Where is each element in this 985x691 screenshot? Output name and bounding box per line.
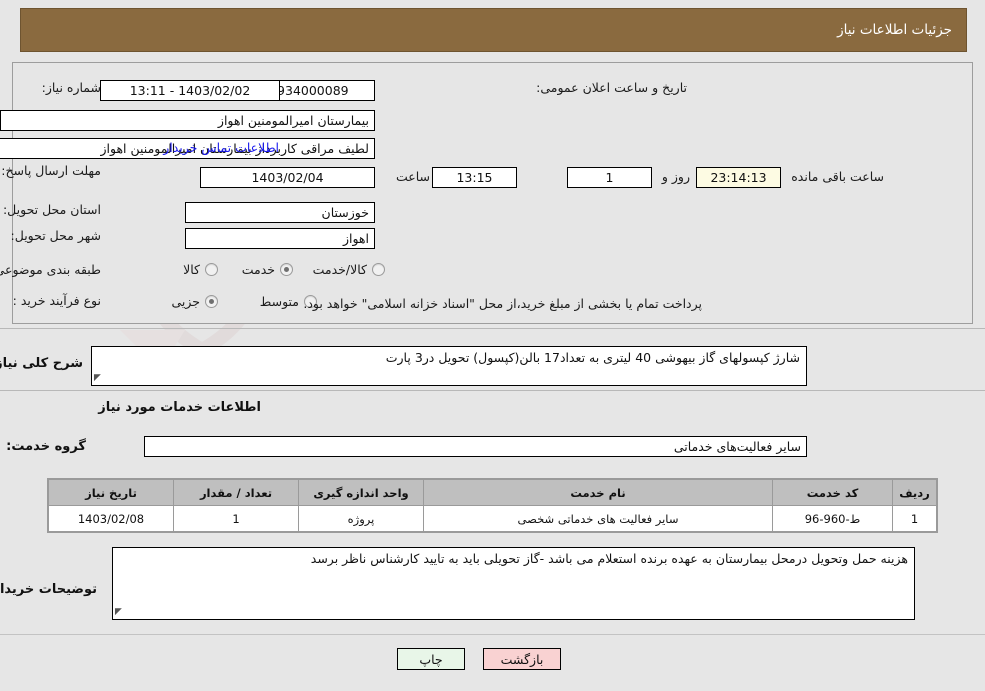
radio-icon[interactable] [372,263,385,276]
category-option-label: کالا [183,262,200,277]
buyer-notes-textarea[interactable]: هزینه حمل وتحویل درمحل بیمارستان به عهده… [112,547,915,620]
cell-name: سایر فعالیت های خدماتی شخصی [423,505,773,532]
cell-date: 1403/02/08 [48,505,174,532]
remaining-time-label: ساعت باقی مانده [791,169,884,184]
category-radio-kala[interactable]: کالا [183,262,218,277]
category-option-label: خدمت [241,262,275,277]
back-button[interactable]: بازگشت [483,648,561,670]
resize-grip-icon[interactable]: ◥ [115,607,125,618]
city-field[interactable]: اهواز [185,228,375,249]
buyer-org-field[interactable]: بیمارستان امیرالمومنین اهواز [0,110,375,131]
service-group-label: گروه خدمت: [6,439,86,454]
province-field[interactable]: خوزستان [185,202,375,223]
deadline-date-field[interactable]: 1403/02/04 [200,167,375,188]
buyer-contact-link[interactable]: اطلاعات تماس خریدار [163,140,279,155]
col-radif: ردیف [892,479,937,506]
page-root: AriaTender.neT جزئیات اطلاعات نیاز شماره… [0,0,985,691]
cell-code: ط-960-96 [772,505,893,532]
remaining-time-field: 23:14:13 [696,167,781,188]
services-table-wrapper: ردیف کد خدمت نام خدمت واحد اندازه گیری ت… [47,478,938,533]
col-name: نام خدمت [423,479,773,506]
services-section-title: اطلاعات خدمات مورد نیاز [98,400,261,415]
services-table: ردیف کد خدمت نام خدمت واحد اندازه گیری ت… [48,479,937,532]
cell-unit: پروژه [298,505,424,532]
cell-qty: 1 [173,505,299,532]
description-label: شرح کلی نیاز: [0,356,83,371]
col-date: تاریخ نیاز [48,479,174,506]
description-value: شارژ کپسولهای گاز بیهوشی 40 لیتری به تعد… [385,350,800,365]
need-info-panel [12,62,973,324]
page-title: جزئیات اطلاعات نیاز [837,22,952,38]
col-code: کد خدمت [772,479,893,506]
category-label: طبقه بندی موضوعی: [0,262,101,277]
deadline-hour-label: ساعت [395,169,430,184]
payment-note: پرداخت تمام یا بخشی از مبلغ خرید،از محل … [303,296,702,311]
city-label: شهر محل تحویل: [10,228,101,243]
buyer-notes-value: هزینه حمل وتحویل درمحل بیمارستان به عهده… [310,551,908,566]
cell-radif: 1 [892,505,937,532]
announce-datetime-label: تاریخ و ساعت اعلان عمومی: [536,80,687,95]
resize-grip-icon[interactable]: ◥ [94,373,104,384]
process-option-label: جزیی [171,294,200,309]
province-label: استان محل تحویل: [2,202,101,217]
table-row[interactable]: 1 ط-960-96 سایر فعالیت های خدماتی شخصی پ… [48,505,937,532]
process-label: نوع فرآیند خرید : [12,293,101,308]
category-radio-kala-khedmat[interactable]: کالا/خدمت [313,262,385,277]
table-header-row: ردیف کد خدمت نام خدمت واحد اندازه گیری ت… [48,479,937,506]
announce-datetime-field[interactable]: 1403/02/02 - 13:11 [100,80,280,101]
remaining-days-field[interactable]: 1 [567,167,652,188]
col-unit: واحد اندازه گیری [298,479,424,506]
radio-icon[interactable] [205,263,218,276]
page-header-bar: جزئیات اطلاعات نیاز [20,8,967,52]
process-radio-jozee[interactable]: جزیی [171,294,218,309]
buyer-notes-label: توضیحات خریدار: [0,582,97,597]
print-button[interactable]: چاپ [397,648,465,670]
radio-icon[interactable] [205,295,218,308]
category-option-label: کالا/خدمت [312,262,367,277]
col-qty: تعداد / مقدار [173,479,299,506]
process-option-label: متوسط [259,294,299,309]
deadline-label: مهلت ارسال پاسخ: تا تاریخ: [0,163,101,178]
service-group-field[interactable]: سایر فعالیت‌های خدماتی [144,436,807,457]
radio-icon[interactable] [280,263,293,276]
description-textarea[interactable]: شارژ کپسولهای گاز بیهوشی 40 لیتری به تعد… [91,346,807,386]
days-word-label: روز و [661,169,690,184]
need-number-label: شماره نیاز: [41,80,101,95]
category-radio-khedmat[interactable]: خدمت [242,262,293,277]
section-divider-2 [0,390,985,391]
footer-divider [0,634,985,635]
deadline-time-field[interactable]: 13:15 [432,167,517,188]
section-divider [0,328,985,329]
